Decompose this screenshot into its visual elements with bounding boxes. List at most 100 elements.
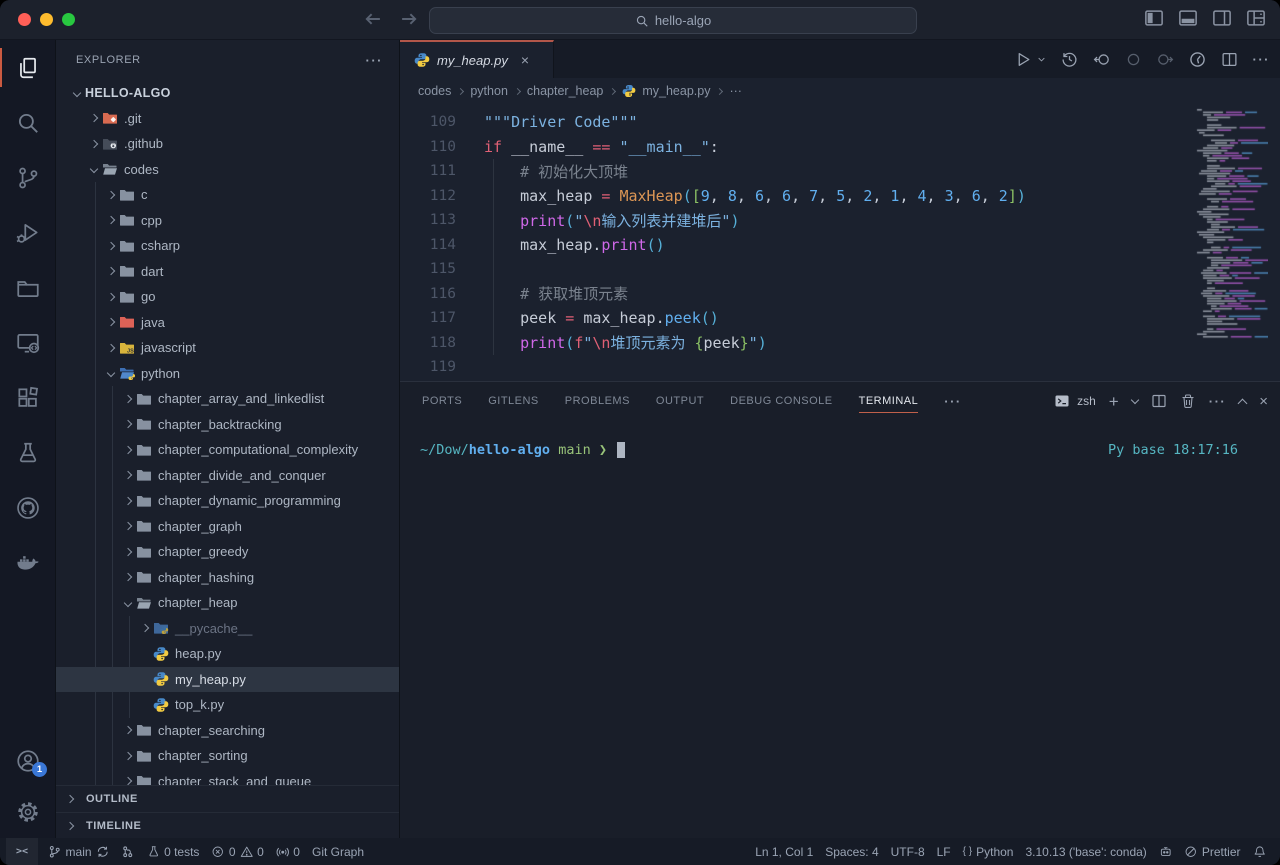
breadcrumb-item[interactable]: codes (418, 84, 451, 98)
maximize-window-button[interactable] (62, 13, 75, 26)
tree-item-chapter_computational_complexity[interactable]: chapter_computational_complexity (56, 437, 399, 463)
tree-item-python[interactable]: python (56, 361, 399, 387)
status-git-graph-branch[interactable] (115, 838, 141, 865)
activity-folder-explorer-icon[interactable] (0, 260, 56, 315)
code-line-117[interactable]: 117 peek = max_heap.peek() (400, 306, 1190, 331)
panel-tab-gitlens[interactable]: GITLENS (488, 382, 539, 420)
minimap[interactable] (1194, 104, 1268, 381)
tree-item-heap.py[interactable]: heap.py (56, 641, 399, 667)
code-line-112[interactable]: 112 max_heap = MaxHeap([9, 8, 6, 6, 7, 5… (400, 184, 1190, 209)
activity-source-control-icon[interactable] (0, 150, 56, 205)
tree-item-__pycache__[interactable]: __pycache__ (56, 616, 399, 642)
code-line-109[interactable]: 109"""Driver Code""" (400, 110, 1190, 135)
tree-root-hello-algo[interactable]: HELLO-ALGO (56, 80, 399, 106)
kill-terminal-icon[interactable] (1180, 393, 1196, 409)
code-line-111[interactable]: 111 # 初始化大顶堆 (400, 159, 1190, 184)
status-git-branch[interactable]: main (42, 838, 115, 865)
timeline-section[interactable]: TIMELINE (56, 812, 399, 838)
panel-tab-problems[interactable]: PROBLEMS (565, 382, 630, 420)
code-line-118[interactable]: 118 print(f"\n堆顶元素为 {peek}") (400, 331, 1190, 356)
step-forward-icon[interactable] (1157, 51, 1174, 68)
status-notifications[interactable] (1247, 838, 1273, 865)
tree-item-top_k.py[interactable]: top_k.py (56, 692, 399, 718)
panel-tabs-more-icon[interactable]: ··· (944, 394, 962, 409)
editor-more-actions-icon[interactable]: ··· (1253, 52, 1271, 67)
settings-gear-icon[interactable] (0, 786, 56, 838)
shell-label[interactable]: zsh (1077, 394, 1096, 408)
outline-section[interactable]: OUTLINE (56, 786, 399, 812)
tree-item-go[interactable]: go (56, 284, 399, 310)
status-python-interpreter[interactable]: 3.10.13 ('base': conda) (1019, 838, 1152, 865)
tree-item-javascript[interactable]: JSjavascript (56, 335, 399, 361)
tree-item-.github[interactable]: .github (56, 131, 399, 157)
tree-item-chapter_greedy[interactable]: chapter_greedy (56, 539, 399, 565)
minimize-window-button[interactable] (40, 13, 53, 26)
activity-docker-icon[interactable] (0, 535, 56, 590)
run-dropdown-icon[interactable] (1037, 55, 1046, 64)
timeline-history-icon[interactable] (1061, 51, 1078, 68)
terminal-content[interactable]: ~/Dow/hello-algo main ❯ Py base 18:17:16 (400, 420, 1280, 838)
tab-close-icon[interactable]: × (521, 52, 529, 68)
status-problems[interactable]: 00 (205, 838, 269, 865)
tree-item-chapter_hashing[interactable]: chapter_hashing (56, 565, 399, 591)
activity-explorer-icon[interactable] (0, 40, 56, 95)
tab-my-heap[interactable]: my_heap.py × (400, 40, 554, 78)
code-line-119[interactable]: 119 (400, 355, 1190, 380)
tree-item-chapter_searching[interactable]: chapter_searching (56, 718, 399, 744)
status-cursor-position[interactable]: Ln 1, Col 1 (749, 838, 819, 865)
tree-item-my_heap.py[interactable]: my_heap.py (56, 667, 399, 693)
customize-layout-icon[interactable] (1246, 8, 1266, 28)
tree-item-chapter_divide_and_conquer[interactable]: chapter_divide_and_conquer (56, 463, 399, 489)
code-line-114[interactable]: 114 max_heap.print() (400, 233, 1190, 258)
status-indentation[interactable]: Spaces: 4 (819, 838, 884, 865)
code-line-110[interactable]: 110if __name__ == "__main__": (400, 135, 1190, 160)
tree-item-cpp[interactable]: cpp (56, 208, 399, 234)
toggle-panel-icon[interactable] (1178, 8, 1198, 28)
tree-item-chapter_array_and_linkedlist[interactable]: chapter_array_and_linkedlist (56, 386, 399, 412)
breadcrumb-item[interactable]: chapter_heap (527, 84, 603, 98)
activity-search-icon[interactable] (0, 95, 56, 150)
activity-testing-icon[interactable] (0, 425, 56, 480)
breadcrumb-item[interactable]: ··· (729, 84, 742, 98)
status-remote-indicator[interactable]: >< (6, 838, 38, 865)
status-prettier[interactable]: Prettier (1178, 838, 1246, 865)
breadcrumb-item[interactable]: my_heap.py (642, 84, 710, 98)
tree-item-codes[interactable]: codes (56, 157, 399, 183)
command-center-search[interactable]: hello-algo (429, 7, 917, 34)
explorer-more-actions-icon[interactable]: ··· (366, 53, 384, 68)
status-git-graph-label[interactable]: Git Graph (306, 838, 370, 865)
breadcrumb-item[interactable]: python (470, 84, 508, 98)
status-encoding[interactable]: UTF-8 (885, 838, 931, 865)
close-panel-icon[interactable]: × (1259, 393, 1268, 410)
tree-item-chapter_graph[interactable]: chapter_graph (56, 514, 399, 540)
run-python-file-icon[interactable] (1015, 51, 1032, 68)
panel-tab-debug-console[interactable]: DEBUG CONSOLE (730, 382, 832, 420)
accounts-icon[interactable]: 1 (0, 736, 56, 786)
tree-item-c[interactable]: c (56, 182, 399, 208)
activity-remote-explorer-icon[interactable] (0, 315, 56, 370)
status-feedback[interactable]: 0 (270, 838, 306, 865)
tree-item-csharp[interactable]: csharp (56, 233, 399, 259)
tree-item-chapter_heap[interactable]: chapter_heap (56, 590, 399, 616)
tree-item-chapter_backtracking[interactable]: chapter_backtracking (56, 412, 399, 438)
code-editor[interactable]: 109"""Driver Code"""110if __name__ == "_… (400, 104, 1280, 381)
activity-run-debug-icon[interactable] (0, 205, 56, 260)
tree-item-dart[interactable]: dart (56, 259, 399, 285)
code-line-113[interactable]: 113 print("\n输入列表并建堆后") (400, 208, 1190, 233)
tree-item-chapter_dynamic_programming[interactable]: chapter_dynamic_programming (56, 488, 399, 514)
step-back-icon[interactable] (1093, 51, 1110, 68)
forward-arrow-icon[interactable] (398, 8, 420, 30)
status-extension-robot[interactable] (1153, 838, 1179, 865)
tree-item-chapter_stack_and_queue[interactable]: chapter_stack_and_queue (56, 769, 399, 786)
panel-tab-terminal[interactable]: TERMINAL (859, 382, 919, 420)
panel-tab-ports[interactable]: PORTS (422, 382, 462, 420)
status-language-mode[interactable]: { }Python (957, 838, 1020, 865)
code-line-115[interactable]: 115 (400, 257, 1190, 282)
back-arrow-icon[interactable] (362, 8, 384, 30)
activity-github-icon[interactable] (0, 480, 56, 535)
tree-item-java[interactable]: java (56, 310, 399, 336)
split-terminal-icon[interactable] (1151, 393, 1167, 409)
activity-extensions-icon[interactable] (0, 370, 56, 425)
coverage-circle-icon[interactable] (1125, 51, 1142, 68)
panel-tab-output[interactable]: OUTPUT (656, 382, 704, 420)
